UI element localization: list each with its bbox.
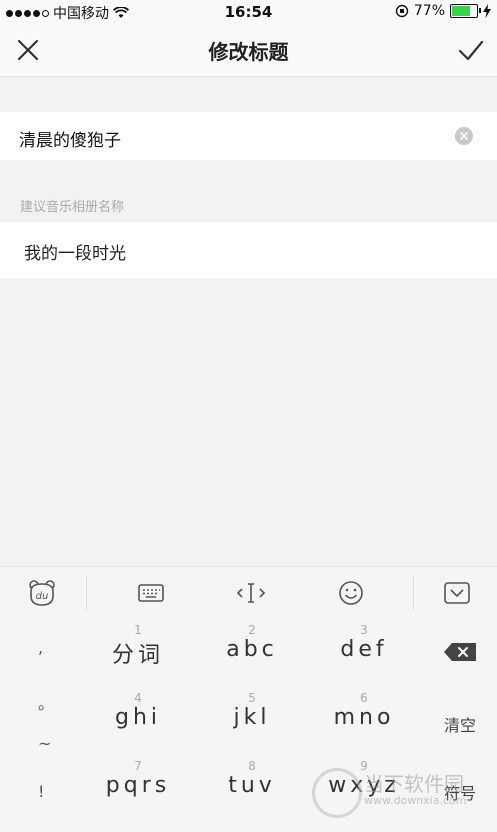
key-4[interactable]: 4 ghi (82, 691, 194, 731)
key-letters: jkl (233, 705, 271, 730)
key-number: 6 (360, 691, 368, 705)
watermark-text: 当下软件园 (364, 772, 464, 796)
key-6[interactable]: 6 mno (308, 691, 420, 731)
key-number: 4 (134, 691, 142, 705)
key-number: 3 (360, 623, 368, 637)
key-8[interactable]: 8 tuv (196, 759, 308, 799)
suggestion-item[interactable]: 我的一段时光 (0, 222, 497, 278)
charging-icon (483, 4, 491, 18)
key-letters: 分词 (111, 643, 164, 668)
backspace-button[interactable] (430, 642, 490, 666)
backspace-icon (444, 643, 476, 661)
key-letters: mno (333, 705, 395, 730)
punct-key-tilde[interactable]: ~ (38, 734, 51, 753)
punct-key-comma[interactable]: , (38, 638, 43, 657)
key-number: 1 (134, 623, 142, 637)
status-bar: 中国移动 16:54 77% (0, 0, 497, 24)
cursor-icon[interactable] (236, 578, 266, 608)
key-number: 8 (248, 759, 256, 773)
battery-icon (450, 4, 481, 18)
key-letters: tuv (228, 773, 276, 798)
watermark: 当下软件园 www.downxia.com (312, 768, 492, 818)
suggestions-label: 建议音乐相册名称 (20, 200, 125, 215)
toolbar-separator (413, 576, 414, 610)
collapse-keyboard-icon[interactable] (442, 578, 472, 608)
keyboard-toolbar: du (0, 566, 497, 619)
emoji-icon[interactable] (336, 578, 366, 608)
clear-button[interactable]: 清空 (430, 712, 490, 736)
clear-text-button[interactable] (455, 127, 473, 145)
keyboard-icon[interactable] (136, 578, 166, 608)
key-letters: def (340, 637, 388, 662)
punct-key-period[interactable]: 。 (38, 690, 54, 714)
key-2[interactable]: 2 abc (196, 623, 308, 663)
watermark-logo-icon (312, 768, 362, 818)
key-letters: ghi (114, 705, 162, 730)
key-number: 7 (134, 759, 142, 773)
punct-key-exclaim[interactable]: ! (38, 782, 44, 801)
title-input[interactable]: 清晨的傻狍子 (0, 112, 497, 160)
key-letters: abc (226, 637, 278, 662)
clear-icon (460, 132, 468, 140)
nav-bar: 修改标题 (0, 24, 497, 77)
key-letters: pqrs (105, 773, 171, 798)
status-right: 77% (395, 3, 491, 19)
battery-percent: 77% (413, 3, 445, 19)
key-3[interactable]: 3 def (308, 623, 420, 663)
orientation-lock-icon (395, 4, 409, 18)
suggestion-text: 我的一段时光 (24, 244, 126, 264)
key-7[interactable]: 7 pqrs (82, 759, 194, 799)
page-title: 修改标题 (208, 40, 289, 64)
watermark-url: www.downxia.com (364, 794, 467, 807)
title-input-value: 清晨的傻狍子 (19, 131, 121, 151)
toolbar-separator (86, 576, 87, 610)
du-logo-icon[interactable]: du (27, 578, 57, 608)
key-number: 2 (248, 623, 256, 637)
key-1[interactable]: 1 分词 (82, 624, 194, 669)
checkmark-icon[interactable] (457, 36, 485, 64)
svg-text:du: du (36, 591, 49, 602)
battery-fill (452, 6, 471, 16)
key-5[interactable]: 5 jkl (196, 691, 308, 731)
key-number: 5 (248, 691, 256, 705)
